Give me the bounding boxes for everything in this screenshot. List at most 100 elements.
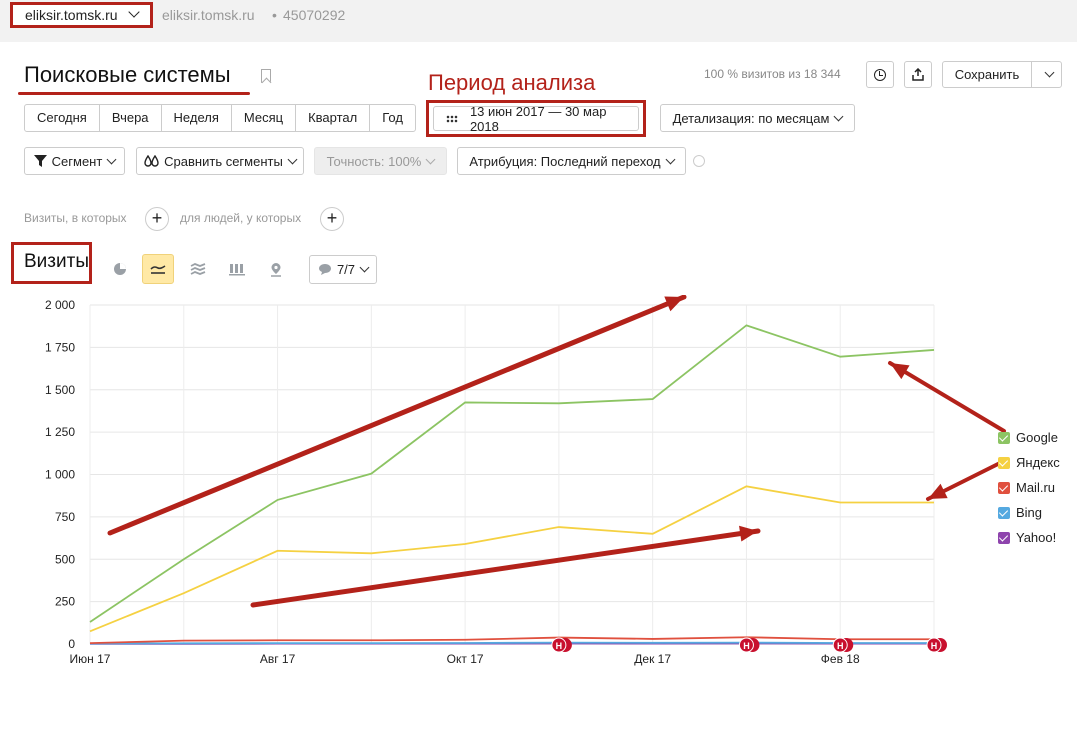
y-tick-label: 1 000 — [45, 468, 75, 482]
period-quarter[interactable]: Квартал — [296, 105, 371, 131]
funnel-icon — [33, 155, 47, 167]
chevron-down-icon — [359, 262, 370, 273]
x-tick-label: Дек 17 — [634, 652, 671, 666]
note-marker: Н — [738, 637, 760, 653]
note-marker-label: Н — [743, 641, 750, 651]
period-today[interactable]: Сегодня — [25, 105, 100, 131]
save-button[interactable]: Сохранить — [942, 61, 1032, 88]
accuracy-select: Точность: 100% — [314, 147, 447, 175]
period-yesterday[interactable]: Вчера — [100, 105, 162, 131]
x-tick-label: Авг 17 — [260, 652, 296, 666]
series-toggle-button[interactable]: 7/7 — [309, 255, 377, 284]
add-people-condition-button[interactable]: + — [320, 207, 344, 231]
line-view-button[interactable] — [142, 254, 174, 284]
visits-total: 100 % визитов из 18 344 — [704, 67, 841, 81]
annotation-arrow-google — [888, 361, 1006, 433]
x-tick-label: Июн 17 — [70, 652, 111, 666]
save-dropdown-button[interactable] — [1031, 61, 1062, 88]
legend-item-google[interactable]: Google — [998, 430, 1058, 445]
top-bar: eliksir.tomsk.ru eliksir.tomsk.ru • 4507… — [0, 0, 1077, 42]
attribution-select[interactable]: Атрибуция: Последний переход — [457, 147, 686, 175]
site-select-label: eliksir.tomsk.ru — [25, 7, 118, 23]
note-marker: Н — [551, 637, 572, 653]
bookmark-icon[interactable] — [261, 69, 271, 83]
chevron-down-icon — [287, 154, 298, 164]
map-pin-icon — [271, 262, 281, 277]
attribution-label: Атрибуция: Последний переход — [469, 153, 661, 169]
pie-icon — [114, 263, 126, 275]
title-underline-annotation — [18, 92, 250, 95]
legend-item-yandex[interactable]: Яндекс — [998, 455, 1060, 470]
segment-label: Сегмент — [51, 153, 103, 169]
add-visit-condition-button[interactable]: + — [145, 207, 169, 231]
compare-segments-button[interactable]: Сравнить сегменты — [136, 147, 304, 175]
area-view-button[interactable] — [182, 254, 214, 284]
counter-id: 45070292 — [283, 7, 346, 23]
checkbox-icon — [998, 456, 1010, 469]
checkbox-icon — [998, 431, 1010, 444]
y-tick-label: 750 — [55, 510, 75, 524]
x-tick-label: Фев 18 — [821, 652, 860, 666]
y-tick-label: 500 — [55, 552, 75, 566]
y-tick-label: 0 — [68, 637, 75, 651]
compare-segments-label: Сравнить сегменты — [164, 153, 283, 169]
people-filter-hint: для людей, у которых — [180, 211, 302, 225]
y-tick-label: 1 750 — [45, 340, 75, 354]
period-annotation: Период анализа — [428, 70, 596, 95]
calendar-icon — [446, 114, 458, 123]
share-icon — [912, 68, 924, 81]
legend-label: Google — [1016, 430, 1058, 445]
y-tick-label: 2 000 — [45, 298, 75, 312]
map-view-button[interactable] — [260, 254, 292, 284]
chevron-down-icon — [106, 154, 117, 164]
chart-title: Визиты — [11, 242, 92, 284]
legend-item-bing[interactable]: Bing — [998, 505, 1042, 520]
legend-label: Bing — [1016, 505, 1043, 520]
legend-label: Mail.ru — [1016, 480, 1056, 495]
legend-label: Yahoo! — [1016, 530, 1057, 545]
period-month[interactable]: Месяц — [232, 105, 297, 131]
bar-view-button[interactable] — [221, 254, 253, 284]
checkbox-icon — [998, 531, 1010, 544]
accuracy-label: Точность: 100% — [326, 153, 422, 169]
period-week[interactable]: Неделя — [162, 105, 232, 131]
checkbox-icon — [998, 506, 1010, 519]
note-marker: Н — [926, 637, 947, 653]
date-range-label: 13 июн 2017 — 30 мар 2018 — [469, 103, 607, 134]
line-chart-icon — [150, 265, 166, 274]
history-button[interactable] — [866, 61, 894, 88]
series-toggle-label: 7/7 — [336, 262, 356, 277]
segment-button[interactable]: Сегмент — [24, 147, 125, 175]
breadcrumb-site[interactable]: eliksir.tomsk.ru — [162, 7, 255, 23]
series-line-bing — [89, 641, 934, 645]
annotation-arrow-trend-google — [107, 295, 687, 536]
site-select[interactable]: eliksir.tomsk.ru — [10, 2, 153, 28]
y-tick-label: 1 250 — [45, 425, 75, 439]
period-year[interactable]: Год — [370, 105, 415, 131]
legend-item-mailru[interactable]: Mail.ru — [998, 480, 1055, 495]
help-icon[interactable] — [693, 155, 705, 167]
clock-icon — [874, 68, 886, 81]
export-button[interactable] — [904, 61, 932, 88]
chevron-down-icon — [1044, 67, 1055, 78]
period-buttons: Сегодня Вчера Неделя Месяц Квартал Год — [24, 104, 416, 132]
pie-view-button[interactable] — [104, 254, 136, 284]
date-range-picker[interactable]: 13 июн 2017 — 30 мар 2018 — [433, 103, 639, 134]
note-marker: Н — [832, 637, 854, 653]
detail-select[interactable]: Детализация: по месяцам — [660, 104, 855, 132]
x-tick-label: Окт 17 — [447, 652, 484, 666]
visits-filter-hint: Визиты, в которых — [24, 211, 127, 225]
date-range-highlight: 13 июн 2017 — 30 мар 2018 — [426, 100, 646, 137]
y-tick-label: 1 500 — [45, 383, 75, 397]
note-marker-label: Н — [837, 641, 844, 651]
annotation-arrow-trend-yandex — [250, 528, 761, 608]
checkbox-icon — [998, 481, 1010, 494]
chevron-down-icon — [425, 154, 436, 164]
detail-label: Детализация: по месяцам — [672, 110, 830, 126]
bar-chart-icon — [229, 263, 245, 275]
legend-item-yahoo[interactable]: Yahoo! — [998, 530, 1056, 545]
chevron-down-icon — [665, 154, 676, 164]
chevron-down-icon — [128, 6, 140, 18]
breadcrumb-separator: • — [272, 7, 277, 23]
legend-label: Яндекс — [1016, 455, 1060, 470]
